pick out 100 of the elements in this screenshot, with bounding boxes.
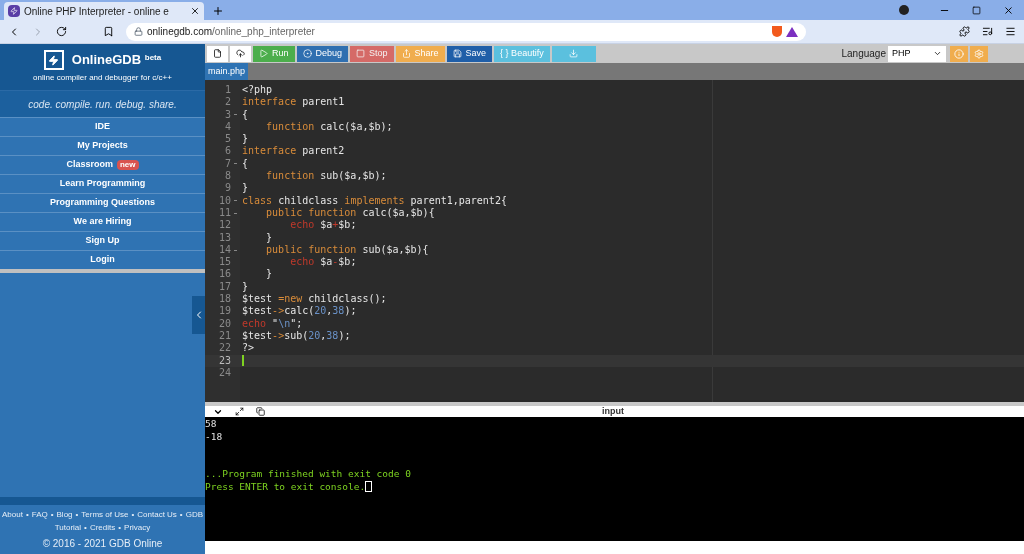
share-icon	[401, 49, 411, 58]
code-line: function sub($a,$b);	[265, 170, 387, 183]
line-number: 3	[223, 108, 231, 121]
tab-title: Online PHP Interpreter - online e	[24, 4, 170, 19]
debug-icon	[302, 49, 312, 58]
file-tab[interactable]: main.php	[205, 63, 249, 80]
footer-link[interactable]: About	[1, 508, 23, 521]
code-line: }	[242, 280, 249, 294]
console-line: Press ENTER to exit console.	[205, 480, 366, 493]
file-icon	[213, 49, 222, 58]
save-icon	[452, 49, 462, 58]
code-line: $test->calc(20,38);	[242, 305, 357, 318]
separator: •	[75, 509, 79, 521]
sidebar-menu-item[interactable]: IDE	[0, 117, 205, 136]
line-number: 17	[217, 280, 231, 294]
copy-icon[interactable]	[256, 407, 265, 416]
logo-icon	[43, 50, 64, 70]
input-label[interactable]: input	[602, 404, 624, 419]
separator: •	[84, 522, 87, 534]
code-line: {	[242, 157, 249, 171]
line-number: 15	[217, 256, 231, 269]
sidebar-menu-item[interactable]: Classroom new	[0, 155, 205, 174]
sidebar-menu-item[interactable]: Programming Questions	[0, 193, 205, 212]
sidebar-menu-item[interactable]: Login	[0, 250, 205, 269]
code-line: {	[242, 108, 249, 121]
browser-tab[interactable]: Online PHP Interpreter - online e	[4, 2, 204, 20]
code-line: echo $a-$b;	[289, 256, 357, 269]
profile-icon[interactable]	[899, 5, 909, 15]
separator: •	[50, 509, 54, 521]
line-number: 21	[217, 329, 231, 343]
maximize-icon[interactable]	[972, 6, 981, 15]
new-tab-icon[interactable]	[212, 5, 224, 17]
language-label: Language	[841, 47, 886, 61]
footer-link[interactable]: Blog	[56, 508, 73, 521]
text-cursor	[242, 355, 244, 367]
bookmark-icon[interactable]	[103, 26, 114, 37]
footer-link[interactable]: FAQ	[31, 508, 48, 521]
lock-icon	[134, 27, 143, 36]
code-line: $test =new childclass();	[242, 293, 387, 306]
site-favicon	[8, 5, 20, 17]
code-line: <?php	[242, 84, 273, 97]
language-select[interactable]: PHP	[888, 45, 946, 62]
code-line: }	[265, 231, 273, 244]
chevron-down-icon	[933, 49, 942, 58]
brand-subtitle: online compiler and debugger for c/c++	[33, 72, 172, 84]
line-number: 18	[217, 293, 231, 306]
line-number: 7	[223, 157, 231, 171]
new-badge: new	[117, 160, 139, 170]
footer-link[interactable]: Contact Us	[137, 508, 177, 521]
shield-icon[interactable]	[772, 26, 782, 37]
sidebar-menu-item[interactable]: Learn Programming	[0, 174, 205, 193]
code-line: function calc($a,$b);	[265, 120, 393, 134]
fold-marker-icon[interactable]	[234, 212, 237, 214]
collapse-sidebar-button[interactable]	[192, 296, 205, 334]
code-line: class childclass implements parent1,parent2{	[242, 194, 507, 207]
footer-link[interactable]: Credits	[89, 521, 116, 534]
code-line: interface parent1	[242, 96, 345, 109]
sidebar-menu-item[interactable]: My Projects	[0, 136, 205, 155]
console-line: -18	[205, 430, 223, 443]
download-icon	[569, 49, 579, 58]
menu-icon[interactable]	[1005, 26, 1016, 37]
playlist-icon[interactable]	[982, 26, 993, 37]
code-line: interface parent2	[242, 145, 345, 158]
line-number: 11	[217, 206, 231, 220]
debug-button[interactable]: Debug	[296, 45, 349, 62]
line-number: 8	[223, 170, 231, 183]
close-window-icon[interactable]	[1003, 5, 1014, 16]
line-number: 4	[223, 120, 231, 134]
fold-marker-icon[interactable]	[234, 200, 237, 202]
brand-name: OnlineGDB $^{beta}$	[71, 51, 162, 70]
run-button[interactable]: Run	[253, 45, 295, 62]
line-number: 10	[217, 194, 231, 207]
expand-icon[interactable]	[235, 407, 244, 416]
new-file-button[interactable]	[207, 45, 228, 62]
footer-link[interactable]: GDB	[185, 508, 203, 521]
save-button[interactable]: Save	[446, 45, 493, 62]
upload-button[interactable]	[230, 45, 251, 62]
url-text: onlinegdb.com/online_php_interpreter	[147, 25, 315, 39]
url-field[interactable]: onlinegdb.com/online_php_interpreter	[126, 22, 806, 41]
extensions-icon[interactable]	[959, 26, 970, 37]
code-line: public function calc($a,$b){	[265, 206, 435, 220]
close-icon[interactable]	[190, 6, 200, 16]
fold-marker-icon[interactable]	[234, 163, 237, 165]
sidebar-menu-item[interactable]: Sign Up	[0, 231, 205, 250]
reload-icon[interactable]	[56, 26, 67, 37]
code-line: echo $a+$b;	[289, 219, 357, 232]
fold-marker-icon[interactable]	[234, 249, 237, 251]
separator: •	[118, 522, 122, 534]
console-line: ...Program finished with exit code 0	[205, 468, 411, 481]
line-number: 20	[217, 317, 231, 330]
footer-link[interactable]: Tutorial	[54, 521, 82, 534]
line-number: 12	[217, 219, 231, 232]
code-line: }	[242, 133, 249, 146]
footer-link[interactable]: Privacy	[124, 521, 151, 534]
line-number: 13	[217, 231, 231, 244]
line-number: 14	[217, 243, 231, 257]
fold-marker-icon[interactable]	[234, 114, 237, 116]
sidebar-menu-item[interactable]: We are Hiring	[0, 212, 205, 231]
line-number: 1	[223, 84, 231, 97]
footer-link[interactable]: Terms of Use	[81, 508, 129, 521]
